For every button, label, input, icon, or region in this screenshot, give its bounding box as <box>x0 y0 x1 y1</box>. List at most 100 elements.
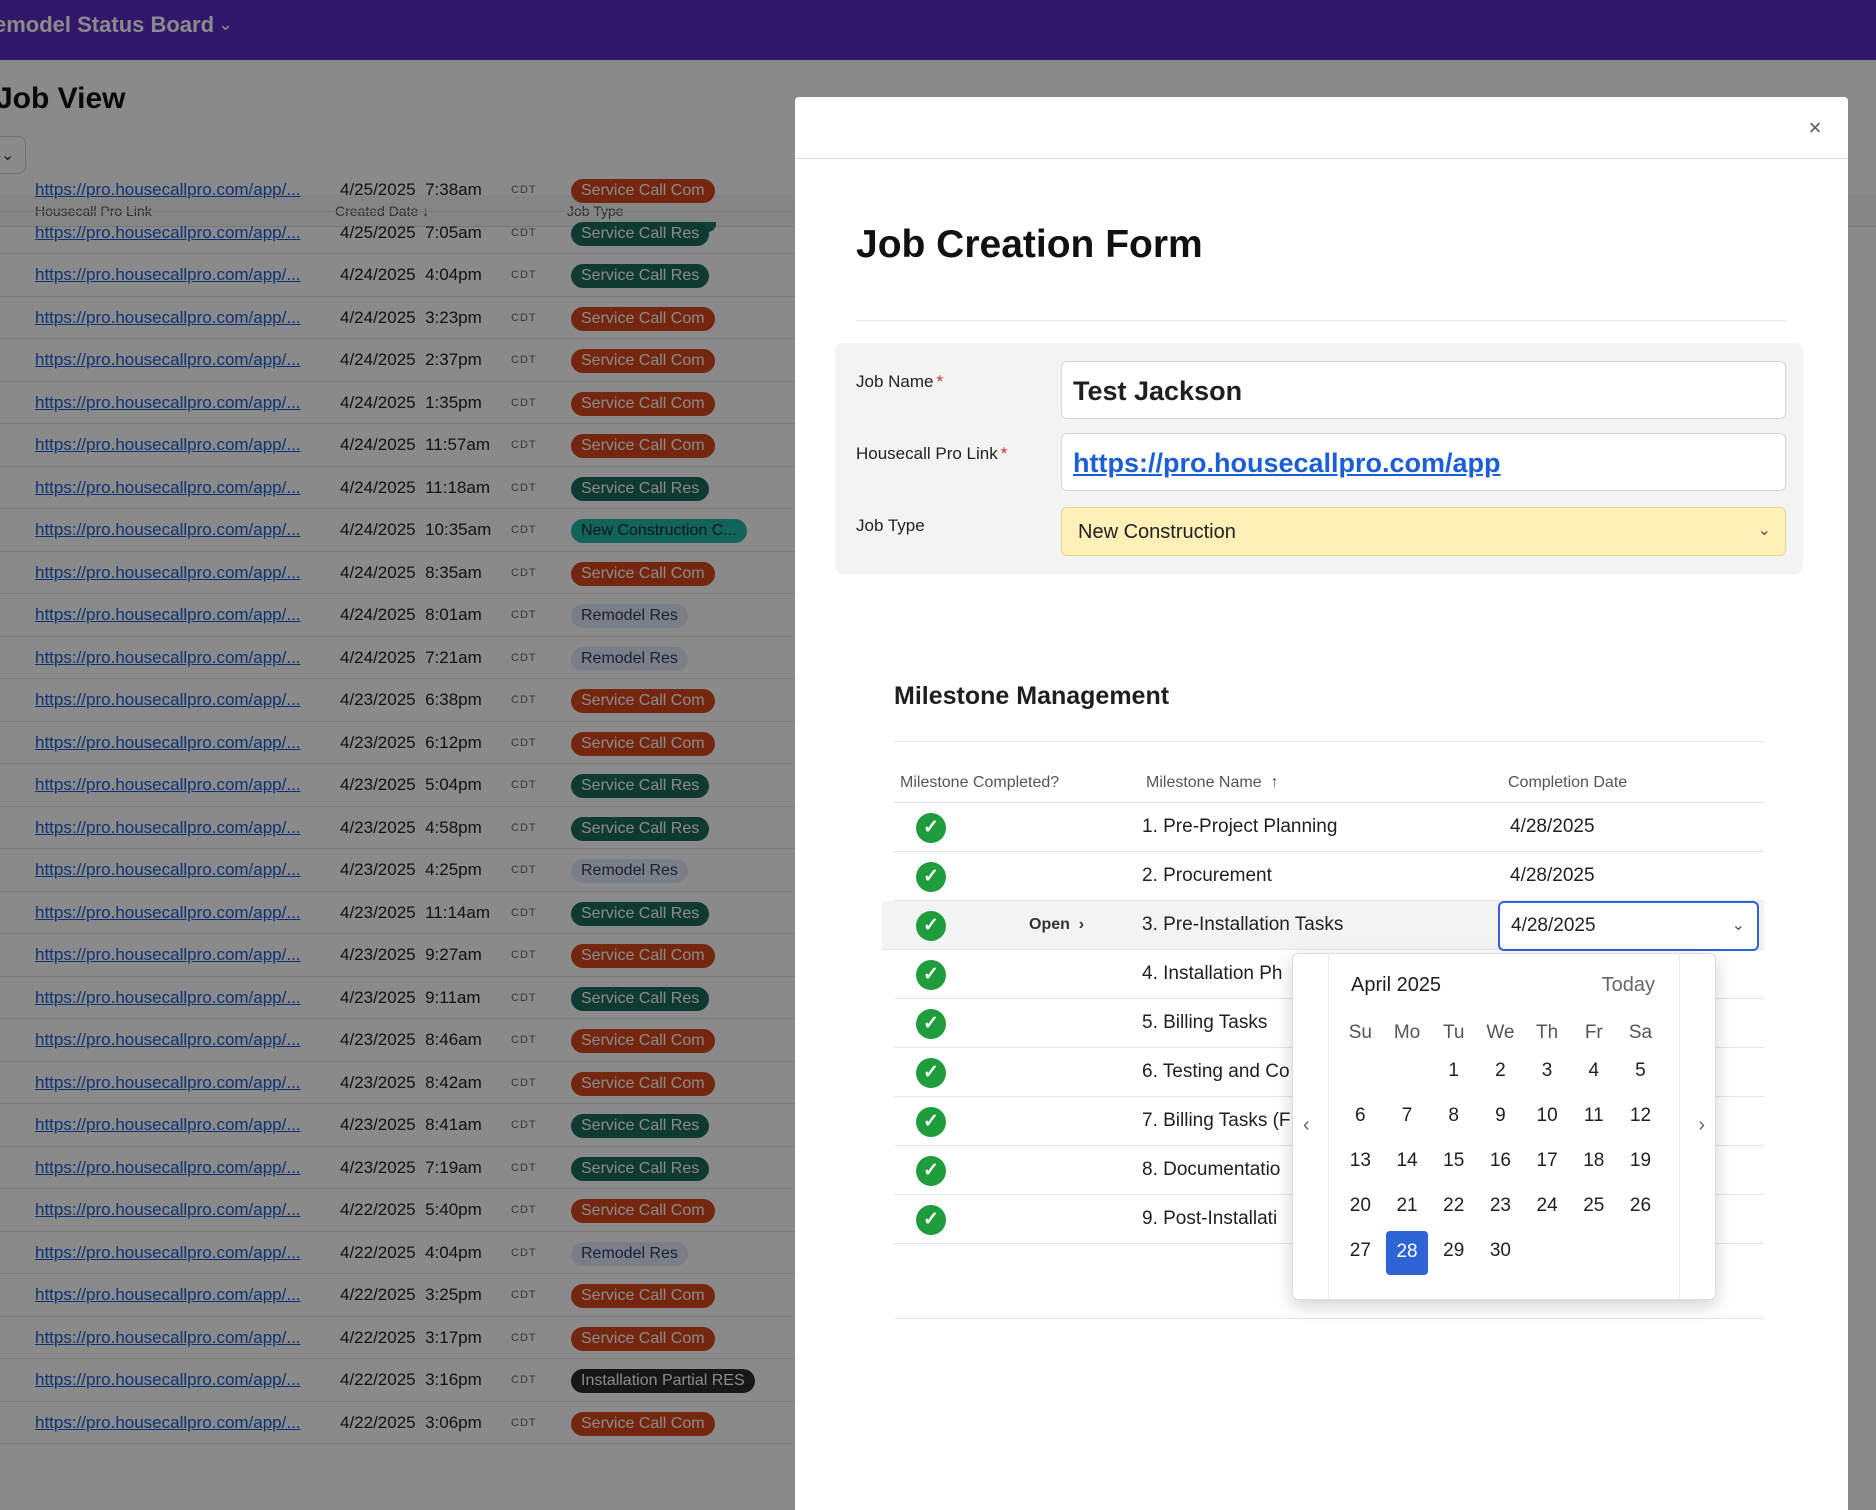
chevron-right-icon[interactable]: › <box>1698 1114 1705 1137</box>
milestone-name: 3. Pre-Installation Tasks <box>1142 914 1344 935</box>
calendar-week: 27 28 29 30 <box>1337 1230 1664 1275</box>
calendar-day[interactable]: 25 <box>1570 1185 1617 1229</box>
chevron-right-icon: › <box>1078 916 1085 933</box>
check-circle-icon[interactable]: ✓ <box>916 813 946 843</box>
milestone-name: 6. Testing and Co <box>1142 1061 1290 1082</box>
arrow-up-icon: ↑ <box>1270 774 1279 791</box>
calendar-next-area[interactable]: › <box>1679 954 1715 1299</box>
calendar-day[interactable]: 13 <box>1337 1140 1384 1184</box>
calendar-week: 12345 <box>1337 1050 1664 1095</box>
job-name-field[interactable]: Test Jackson <box>1061 361 1786 419</box>
calendar-day[interactable]: 26 <box>1617 1185 1664 1229</box>
calendar-day[interactable]: 7 <box>1384 1095 1431 1139</box>
weekday-label: We <box>1486 1022 1515 1043</box>
milestone-name: 1. Pre-Project Planning <box>1142 816 1338 837</box>
check-circle-icon[interactable]: ✓ <box>916 862 946 892</box>
calendar-day[interactable]: 11 <box>1570 1095 1617 1139</box>
calendar-day[interactable]: 4 <box>1570 1050 1617 1094</box>
calendar-day <box>1570 1230 1617 1274</box>
milestone-name: 8. Documentatio <box>1142 1159 1281 1180</box>
calendar-day[interactable]: 15 <box>1430 1140 1477 1184</box>
job-type-label: Job Type <box>856 516 925 535</box>
calendar-day[interactable]: 2 <box>1477 1050 1524 1094</box>
completion-date[interactable]: 4/28/2025 <box>1510 816 1595 838</box>
divider <box>894 1318 1764 1319</box>
job-name-label-text: Job Name <box>856 372 934 391</box>
weekday-label: Mo <box>1393 1022 1421 1043</box>
modal-header: × <box>795 97 1848 159</box>
calendar-day[interactable]: 5 <box>1617 1050 1664 1094</box>
calendar-day[interactable]: 30 <box>1477 1230 1524 1274</box>
required-mark: * <box>1000 444 1008 463</box>
weekday-label: Tu <box>1442 1022 1465 1043</box>
milestone-row[interactable]: ✓ Open › 3. Pre-Installation Tasks 4/28/202… <box>882 901 1764 951</box>
calendar-day <box>1617 1230 1664 1274</box>
calendar-day[interactable]: 18 <box>1570 1140 1617 1184</box>
calendar-day <box>1524 1230 1571 1274</box>
check-circle-icon[interactable]: ✓ <box>916 1205 946 1235</box>
chevron-left-icon[interactable]: ‹ <box>1303 1114 1310 1137</box>
divider <box>894 741 1764 742</box>
calendar-day[interactable]: 29 <box>1430 1230 1477 1274</box>
calendar-day[interactable]: 24 <box>1524 1185 1571 1229</box>
calendar-day[interactable]: 14 <box>1384 1140 1431 1184</box>
calendar-prev-area[interactable]: ‹ <box>1293 954 1329 1299</box>
milestone-row[interactable]: ✓ 2. Procurement 4/28/2025 <box>894 852 1764 901</box>
calendar-day[interactable]: 6 <box>1337 1095 1384 1139</box>
column-header-name-label: Milestone Name <box>1146 774 1262 791</box>
milestone-title: Milestone Management <box>894 682 1170 710</box>
calendar-day[interactable]: 8 <box>1430 1095 1477 1139</box>
link-label: Housecall Pro Link * <box>856 444 1007 464</box>
link-value[interactable]: https://pro.housecallpro.com/app <box>1073 448 1501 479</box>
weekday-header: Su Mo Tu We Th Fr Sa <box>1337 1016 1664 1050</box>
check-circle-icon[interactable]: ✓ <box>916 1009 946 1039</box>
calendar-day[interactable]: 9 <box>1477 1095 1524 1139</box>
open-label: Open <box>1029 916 1070 933</box>
weekday-label: Th <box>1536 1022 1559 1043</box>
milestone-name: 2. Procurement <box>1142 865 1272 886</box>
chevron-down-icon[interactable]: ⌄ <box>1732 915 1745 935</box>
calendar-grid: Su Mo Tu We Th Fr Sa 1 2 3 4 5 6 7 8 9 10 11 12 13 14 15 16 17 1… <box>1337 1016 1664 1275</box>
milestone-name: 7. Billing Tasks (F <box>1142 1110 1291 1131</box>
check-circle-icon[interactable]: ✓ <box>916 1058 946 1088</box>
calendar-day[interactable]: 23 <box>1477 1185 1524 1229</box>
link-field[interactable]: https://pro.housecallpro.com/app <box>1061 433 1786 491</box>
check-circle-icon[interactable]: ✓ <box>916 1156 946 1186</box>
column-header-name[interactable]: Milestone Name ↑ <box>1146 774 1279 792</box>
column-header-date[interactable]: Completion Date <box>1508 774 1627 792</box>
calendar-day[interactable]: 22 <box>1430 1185 1477 1229</box>
calendar-day[interactable]: 17 <box>1524 1140 1571 1184</box>
open-record-button[interactable]: Open › <box>1029 916 1084 934</box>
calendar-day[interactable]: 3 <box>1524 1050 1571 1094</box>
calendar-day[interactable]: 10 <box>1524 1095 1571 1139</box>
column-header-completed[interactable]: Milestone Completed? <box>900 774 1059 792</box>
calendar-week: 13 14 15 16 17 18 19 <box>1337 1140 1664 1185</box>
close-icon[interactable]: × <box>1802 115 1828 141</box>
calendar-day[interactable]: 21 <box>1384 1185 1431 1229</box>
completion-date-input[interactable]: 4/28/2025 ⌄ <box>1498 901 1759 951</box>
completion-date[interactable]: 4/28/2025 <box>1510 865 1595 887</box>
milestone-name: 5. Billing Tasks <box>1142 1012 1268 1033</box>
milestone-name: 4. Installation Ph <box>1142 963 1283 984</box>
calendar-day[interactable]: 12 <box>1617 1095 1664 1139</box>
job-name-label: Job Name * <box>856 372 943 392</box>
check-circle-icon[interactable]: ✓ <box>916 960 946 990</box>
job-type-select[interactable]: New Construction ⌄ <box>1061 507 1786 556</box>
check-circle-icon[interactable]: ✓ <box>916 911 946 941</box>
calendar-day[interactable]: 19 <box>1617 1140 1664 1184</box>
calendar-day[interactable]: 20 <box>1337 1185 1384 1229</box>
job-type-value: New Construction <box>1078 521 1236 543</box>
required-mark: * <box>936 372 944 391</box>
form-title: Job Creation Form <box>856 223 1203 266</box>
calendar-day[interactable]: 16 <box>1477 1140 1524 1184</box>
divider <box>856 320 1786 321</box>
calendar-day-selected[interactable]: 28 <box>1385 1231 1429 1275</box>
chevron-down-icon: ⌄ <box>1757 522 1771 539</box>
milestone-row[interactable]: ✓ 1. Pre-Project Planning 4/28/2025 <box>894 803 1764 852</box>
calendar-week: 6 7 8 9 10 11 12 <box>1337 1095 1664 1140</box>
calendar-day[interactable]: 1 <box>1430 1050 1477 1094</box>
calendar-day <box>1337 1050 1384 1094</box>
today-button[interactable]: Today <box>1602 974 1655 997</box>
check-circle-icon[interactable]: ✓ <box>916 1107 946 1137</box>
calendar-day[interactable]: 27 <box>1337 1230 1384 1274</box>
